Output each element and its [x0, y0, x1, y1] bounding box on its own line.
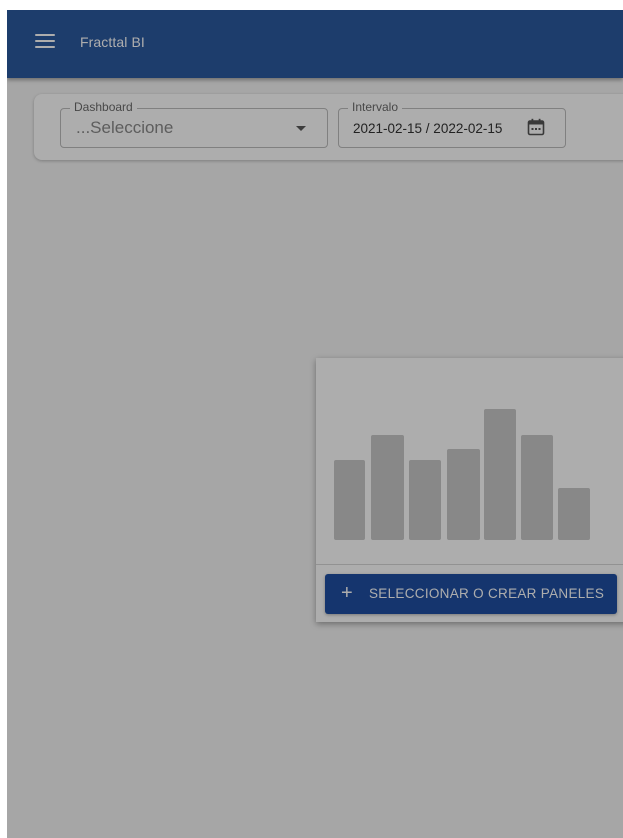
modal-backdrop-overlay[interactable] [7, 10, 623, 838]
app-window: Fracttal BI Dashboard ...Seleccione Inte… [7, 10, 623, 838]
